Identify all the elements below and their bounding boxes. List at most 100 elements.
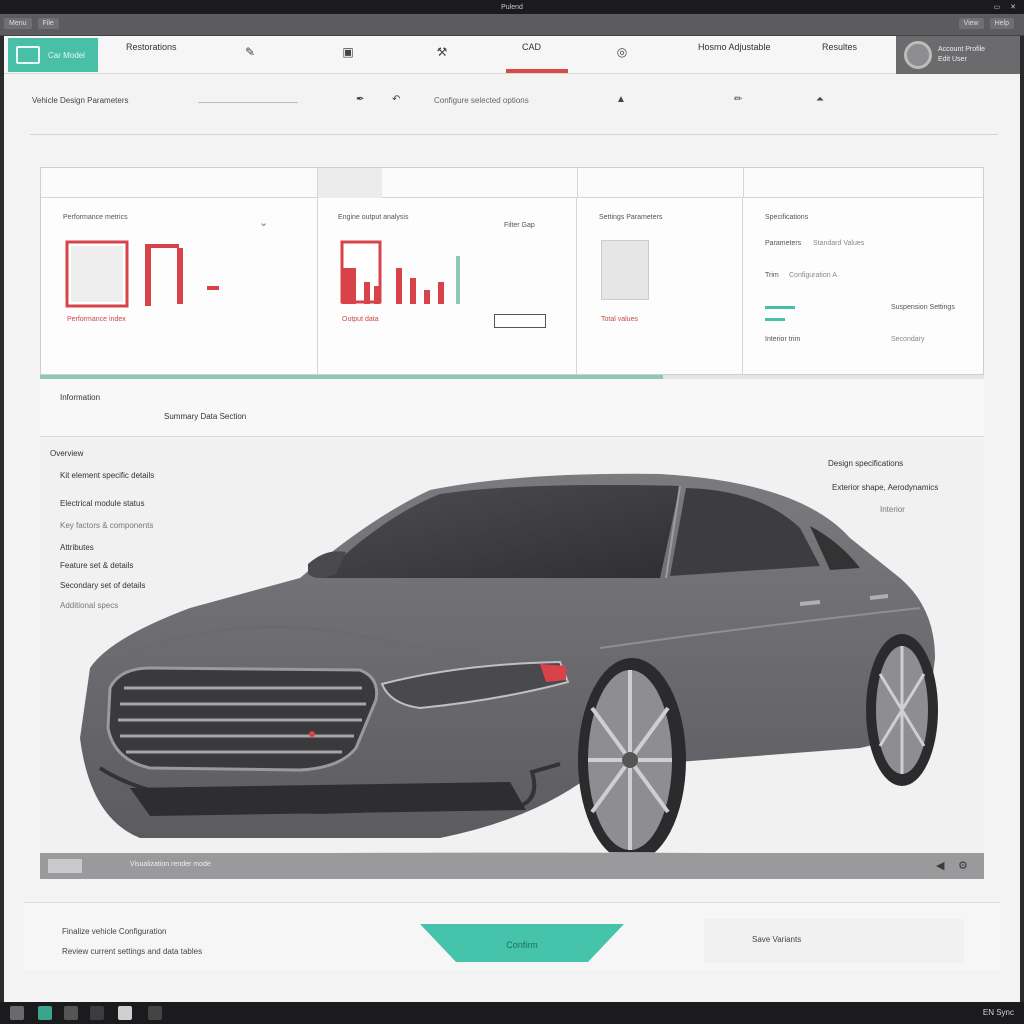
header-divider — [577, 168, 578, 198]
wrench-icon[interactable]: ✎ — [242, 45, 258, 59]
menu-bar: Menu File View Help — [0, 14, 1024, 36]
tools-icon[interactable]: ⚒ — [434, 45, 450, 59]
app-icon[interactable] — [118, 1006, 132, 1020]
finalize-title: Finalize vehicle Configuration — [62, 927, 167, 936]
specifications-panel: Specifications Parameters Standard Value… — [743, 198, 983, 374]
window-title: Pulend — [501, 3, 523, 11]
toolbar-subtitle: Configure selected options — [434, 96, 529, 105]
toolbar-title: Vehicle Design Parameters — [32, 96, 129, 105]
tab-bar: Car Model Restorations ✎ ▣ ⚒ CAD ◎ Hosmo… — [4, 36, 1020, 74]
arrow-up-icon[interactable]: ▲ — [616, 94, 626, 105]
active-tab-indicator — [506, 69, 568, 73]
tab-results[interactable]: Resultes — [822, 42, 857, 52]
car-model-image — [80, 473, 950, 872]
menu-item-file[interactable]: File — [37, 18, 59, 29]
menu-item-menu[interactable]: Menu — [4, 18, 32, 29]
menu-item-help[interactable]: Help — [989, 18, 1014, 29]
bar — [177, 248, 183, 304]
confirm-button[interactable]: Confirm — [420, 924, 624, 962]
save-variants-button[interactable]: Save Variants — [704, 919, 964, 963]
bar — [145, 244, 151, 306]
settings-icon[interactable]: ⚙ — [958, 859, 968, 872]
title-bar-right: ▭ ✕ — [964, 3, 1017, 11]
edit-icon[interactable]: ✏ — [734, 94, 742, 105]
settings-preview — [601, 240, 649, 300]
panel-title: Engine output analysis — [338, 214, 409, 221]
spec-indicator — [765, 318, 785, 321]
viewer-thumbnail[interactable] — [48, 859, 82, 873]
tab-restorations[interactable]: Restorations — [126, 42, 177, 52]
header-divider — [743, 168, 744, 198]
save-variants-label: Save Variants — [752, 935, 802, 944]
bar — [151, 244, 179, 248]
triangle-icon[interactable]: ⏶ — [816, 94, 824, 105]
tab-home[interactable]: Car Model — [8, 38, 98, 72]
bar — [396, 268, 402, 304]
chevron-down-icon[interactable]: ⌄ — [259, 216, 268, 229]
car-viewer[interactable]: Overview Kit element specific details El… — [40, 438, 984, 878]
panel-caption: Output data — [342, 316, 379, 323]
info-title: Information — [60, 393, 101, 402]
pen-icon[interactable]: ✒ — [356, 94, 364, 105]
system-title-bar: Pulend ▭ ✕ — [0, 0, 1024, 14]
bar — [438, 282, 444, 304]
app-icon[interactable] — [148, 1006, 162, 1020]
spec-row: Interior trim — [765, 336, 801, 343]
engine-panel: Engine output analysis Filter Gap Output… — [318, 198, 577, 374]
bar — [424, 290, 430, 304]
tab-adjustable[interactable]: Hosmo Adjustable — [698, 42, 771, 52]
profile-name: Account Profile — [938, 46, 986, 53]
viewer-status-text: Visualization render mode — [130, 861, 211, 868]
bar — [342, 268, 356, 304]
panel-caption: Total values — [601, 316, 638, 323]
tab-home-label: Car Model — [48, 50, 85, 60]
output-toggle[interactable] — [494, 314, 546, 328]
spec-row: Configuration A — [789, 272, 837, 279]
menu-item-view[interactable]: View — [958, 18, 984, 29]
taskbar: EN Sync — [0, 1002, 1024, 1024]
info-text: Summary Data Section — [164, 412, 247, 421]
bar — [456, 256, 460, 304]
spec-row: Suspension Settings — [891, 304, 955, 311]
app-icon[interactable] — [38, 1006, 52, 1020]
rewind-icon[interactable]: ◀ — [936, 859, 944, 872]
bar — [207, 286, 219, 290]
toolbar: Vehicle Design Parameters ✒ ↶ Configure … — [4, 88, 1020, 118]
panel-filter: Filter Gap — [504, 222, 535, 229]
panel-title: Specifications — [765, 214, 809, 221]
panel-title: Settings Parameters — [599, 214, 663, 221]
settings-panel: Settings Parameters Total values — [577, 198, 743, 374]
avatar — [904, 41, 932, 69]
start-icon[interactable] — [10, 1006, 24, 1020]
tab-cad[interactable]: CAD — [522, 42, 541, 52]
frame-icon[interactable]: ▣ — [340, 45, 356, 59]
wheel-icon[interactable]: ◎ — [614, 45, 630, 59]
dashboard-header — [41, 168, 983, 198]
chart-fill — [71, 246, 123, 302]
panel-caption: Performance index — [67, 316, 126, 323]
minimize-icon[interactable]: ▭ — [994, 3, 1001, 11]
close-icon[interactable]: ✕ — [1010, 3, 1016, 11]
divider — [30, 134, 998, 135]
viewer-status-bar: Visualization render mode ◀ ⚙ — [40, 853, 984, 879]
app-icon[interactable] — [90, 1006, 104, 1020]
header-tab[interactable] — [318, 168, 382, 198]
profile-panel[interactable]: Account Profile Edit User — [896, 36, 1020, 74]
spec-row: Trim — [765, 272, 779, 279]
spec-indicator — [765, 306, 795, 309]
app-window: Car Model Restorations ✎ ▣ ⚒ CAD ◎ Hosmo… — [4, 36, 1020, 1002]
car-model-icon — [16, 46, 40, 64]
bar — [374, 286, 380, 304]
tray-text: EN Sync — [982, 1008, 1014, 1017]
spec-row: Parameters — [765, 240, 802, 247]
profile-edit: Edit User — [938, 56, 967, 63]
app-icon[interactable] — [64, 1006, 78, 1020]
bar — [410, 278, 416, 304]
spec-row: Standard Values — [813, 240, 865, 247]
panel-title: Performance metrics — [63, 214, 128, 221]
metrics-panel: Performance metrics ⌄ Performance index — [41, 198, 318, 374]
finalize-subtitle: Review current settings and data tables — [62, 947, 203, 956]
spec-row: Secondary — [891, 336, 925, 343]
confirm-label: Confirm — [506, 940, 538, 950]
undo-icon[interactable]: ↶ — [392, 94, 400, 105]
